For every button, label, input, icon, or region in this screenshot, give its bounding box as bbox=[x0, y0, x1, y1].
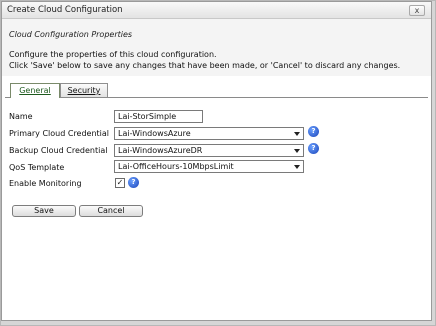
qos-template-label: QoS Template bbox=[9, 163, 65, 172]
name-input[interactable]: Lai-StorSimple bbox=[114, 110, 203, 123]
window-title: Create Cloud Configuration bbox=[7, 5, 123, 15]
tab-security[interactable]: Security bbox=[60, 83, 108, 97]
tab-divider bbox=[5, 97, 428, 98]
primary-credential-value: Lai-WindowsAzure bbox=[118, 129, 191, 138]
tab-security-label: Security bbox=[67, 86, 101, 95]
chevron-down-icon bbox=[294, 149, 300, 153]
chevron-down-icon bbox=[294, 132, 300, 136]
dialog-window: Create Cloud Configuration x Cloud Confi… bbox=[1, 1, 432, 321]
backup-credential-select[interactable]: Lai-WindowsAzureDR bbox=[114, 144, 304, 157]
primary-credential-label: Primary Cloud Credential bbox=[9, 129, 110, 138]
close-icon: x bbox=[414, 6, 420, 15]
backup-credential-label: Backup Cloud Credential bbox=[9, 146, 108, 155]
help-icon[interactable]: ? bbox=[128, 177, 139, 188]
cancel-button[interactable]: Cancel bbox=[79, 205, 143, 217]
tab-general[interactable]: General bbox=[10, 83, 60, 98]
qos-template-select[interactable]: Lai-OfficeHours-10MbpsLimit bbox=[114, 160, 304, 173]
tab-general-label: General bbox=[19, 86, 51, 95]
help-icon[interactable]: ? bbox=[308, 143, 319, 154]
qos-template-value: Lai-OfficeHours-10MbpsLimit bbox=[118, 162, 234, 171]
title-bar[interactable]: Create Cloud Configuration x bbox=[2, 2, 431, 19]
description-line-2: Click 'Save' below to save any changes t… bbox=[9, 61, 401, 70]
save-button[interactable]: Save bbox=[12, 205, 76, 217]
description-line-1: Configure the properties of this cloud c… bbox=[9, 50, 217, 59]
chevron-down-icon bbox=[294, 165, 300, 169]
primary-credential-select[interactable]: Lai-WindowsAzure bbox=[114, 127, 304, 140]
name-label: Name bbox=[9, 112, 33, 121]
help-icon[interactable]: ? bbox=[308, 126, 319, 137]
enable-monitoring-label: Enable Monitoring bbox=[9, 179, 82, 188]
enable-monitoring-checkbox[interactable]: ✓ bbox=[115, 178, 125, 188]
close-button[interactable]: x bbox=[409, 5, 425, 16]
page-subtitle: Cloud Configuration Properties bbox=[9, 30, 133, 39]
backup-credential-value: Lai-WindowsAzureDR bbox=[118, 146, 203, 155]
